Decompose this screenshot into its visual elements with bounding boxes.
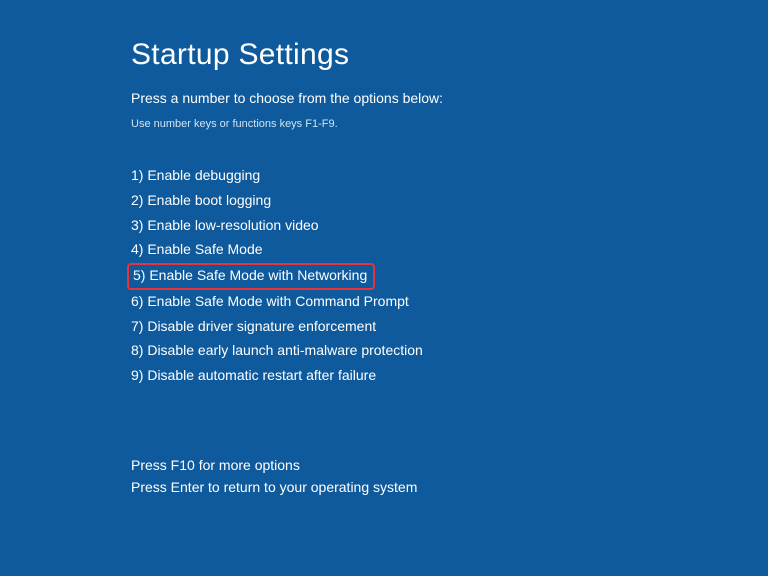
startup-settings-screen: Startup Settings Press a number to choos… <box>0 0 768 498</box>
option-1[interactable]: 1) Enable debugging <box>131 165 260 187</box>
option-8[interactable]: 8) Disable early launch anti-malware pro… <box>131 340 423 362</box>
option-2[interactable]: 2) Enable boot logging <box>131 190 271 212</box>
option-6[interactable]: 6) Enable Safe Mode with Command Prompt <box>131 291 409 313</box>
option-7[interactable]: 7) Disable driver signature enforcement <box>131 316 376 338</box>
footer-f10: Press F10 for more options <box>131 455 768 477</box>
page-title: Startup Settings <box>131 38 768 72</box>
option-4[interactable]: 4) Enable Safe Mode <box>131 239 263 261</box>
option-5[interactable]: 5) Enable Safe Mode with Networking <box>127 263 375 290</box>
footer-enter: Press Enter to return to your operating … <box>131 477 768 499</box>
subtitle: Press a number to choose from the option… <box>131 90 768 106</box>
option-9[interactable]: 9) Disable automatic restart after failu… <box>131 365 376 387</box>
option-3[interactable]: 3) Enable low-resolution video <box>131 215 319 237</box>
options-list: 1) Enable debugging 2) Enable boot loggi… <box>131 164 768 389</box>
hint-text: Use number keys or functions keys F1-F9. <box>131 118 768 130</box>
footer: Press F10 for more options Press Enter t… <box>131 455 768 498</box>
